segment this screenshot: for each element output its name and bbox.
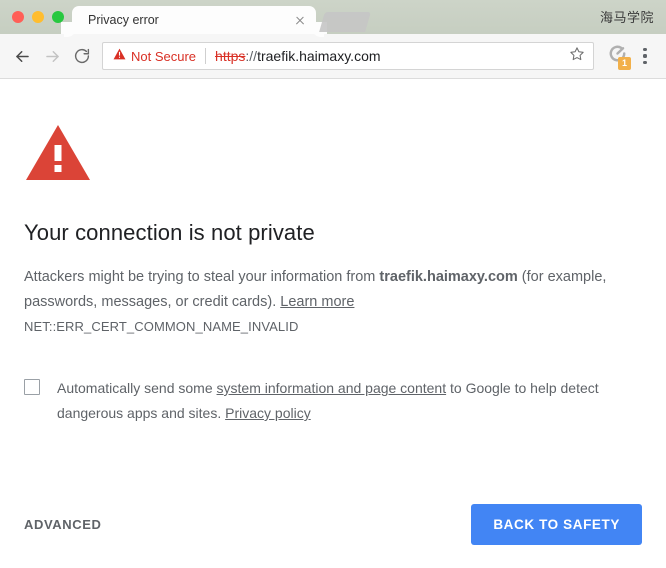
three-dot-menu-icon xyxy=(643,60,647,64)
security-status[interactable]: Not Secure xyxy=(113,47,196,65)
star-icon xyxy=(569,46,585,67)
forward-button xyxy=(38,42,66,70)
security-status-label: Not Secure xyxy=(131,48,197,64)
learn-more-link[interactable]: Learn more xyxy=(280,294,354,310)
advanced-button[interactable]: ADVANCED xyxy=(24,509,102,540)
back-arrow-icon xyxy=(13,47,32,66)
tab-title: Privacy error xyxy=(88,13,159,27)
page-description: Attackers might be trying to steal your … xyxy=(24,265,622,315)
privacy-policy-link[interactable]: Privacy policy xyxy=(225,405,311,421)
omnibox-divider xyxy=(205,48,207,64)
background-tab-placeholder[interactable] xyxy=(319,12,371,32)
description-prefix: Attackers might be trying to steal your … xyxy=(24,269,380,285)
back-to-safety-button[interactable]: BACK TO SAFETY xyxy=(471,504,642,545)
three-dot-menu-icon xyxy=(643,48,647,52)
browser-toolbar: Not Secure https://traefik.haimaxy.com 1 xyxy=(0,34,666,79)
reload-icon xyxy=(73,47,91,65)
telemetry-checkbox[interactable] xyxy=(24,379,40,395)
url-scheme: https xyxy=(215,48,246,64)
browser-tab-privacy-error[interactable]: Privacy error xyxy=(61,6,327,34)
minimize-window-button[interactable] xyxy=(32,11,44,23)
reload-button[interactable] xyxy=(68,42,96,70)
close-window-button[interactable] xyxy=(12,11,24,23)
tab-strip: Privacy error 海马学院 xyxy=(0,0,666,34)
back-button[interactable] xyxy=(8,42,36,70)
close-tab-icon[interactable] xyxy=(292,12,308,28)
extension-badge-count: 1 xyxy=(618,57,631,70)
three-dot-menu-icon xyxy=(643,54,647,58)
telemetry-optin-label: Automatically send some system informati… xyxy=(57,376,622,426)
page-title: Your connection is not private xyxy=(24,220,315,245)
page-footer: ADVANCED BACK TO SAFETY xyxy=(24,504,642,545)
forward-arrow-icon xyxy=(43,47,62,66)
telemetry-optin-row: Automatically send some system informati… xyxy=(24,376,622,426)
optin-prefix: Automatically send some xyxy=(57,380,217,396)
browser-menu-button[interactable] xyxy=(634,43,656,69)
url-host: traefik.haimaxy.com xyxy=(257,48,381,64)
extension-button[interactable]: 1 xyxy=(604,43,631,70)
window-controls xyxy=(12,11,64,23)
description-hostname: traefik.haimaxy.com xyxy=(379,269,518,285)
system-information-link[interactable]: system information and page content xyxy=(217,380,447,396)
maximize-window-button[interactable] xyxy=(52,11,64,23)
warning-triangle-icon xyxy=(113,47,126,65)
url-separator: :// xyxy=(245,48,258,64)
address-bar[interactable]: Not Secure https://traefik.haimaxy.com xyxy=(102,42,594,70)
url-text: https://traefik.haimaxy.com xyxy=(215,48,561,64)
page-warning-triangle-icon xyxy=(24,123,622,188)
window-brand-label: 海马学院 xyxy=(599,10,654,25)
error-code: NET::ERR_CERT_COMMON_NAME_INVALID xyxy=(24,319,299,334)
privacy-error-page: Your connection is not private Attackers… xyxy=(0,79,666,567)
bookmark-button[interactable] xyxy=(567,46,587,67)
